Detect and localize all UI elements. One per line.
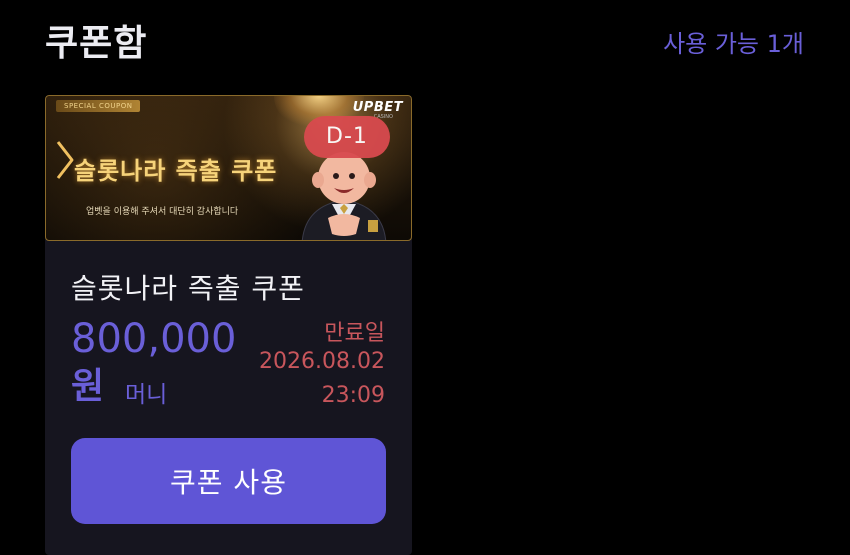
- banner-title: 슬롯나라 즉출 쿠폰: [74, 157, 278, 185]
- dday-badge: D-1: [304, 116, 390, 158]
- expiry-label: 만료일: [324, 321, 385, 346]
- coupon-banner-image: SPECIAL COUPON UPBET CASINO 슬롯나라 즉출 쿠폰 업…: [45, 95, 412, 241]
- banner-special-label: SPECIAL COUPON: [56, 100, 141, 112]
- amount-unit: 원: [71, 366, 105, 407]
- coupon-name: 슬롯나라 즉출 쿠폰: [71, 272, 305, 305]
- upbet-logo: UPBET: [352, 100, 403, 115]
- coupon-amount: 800,000: [71, 316, 237, 362]
- coupon-card: SPECIAL COUPON UPBET CASINO 슬롯나라 즉출 쿠폰 업…: [45, 95, 412, 555]
- coupon-box-page: 쿠폰함 사용 가능 1개 SPECIAL COUPON UPBET CASINO…: [0, 0, 850, 555]
- page-title: 쿠폰함: [45, 23, 148, 64]
- money-type: 머니: [125, 382, 168, 408]
- available-count: 사용 가능 1개: [663, 30, 804, 58]
- use-coupon-button[interactable]: 쿠폰 사용: [71, 438, 386, 524]
- expiry-date: 2026.08.02: [259, 349, 385, 374]
- banner-subtitle: 업벳을 이용해 주셔서 대단히 감사합니다: [86, 207, 239, 217]
- chevron-right-icon: [56, 141, 74, 179]
- expiry-time: 23:09: [321, 383, 385, 408]
